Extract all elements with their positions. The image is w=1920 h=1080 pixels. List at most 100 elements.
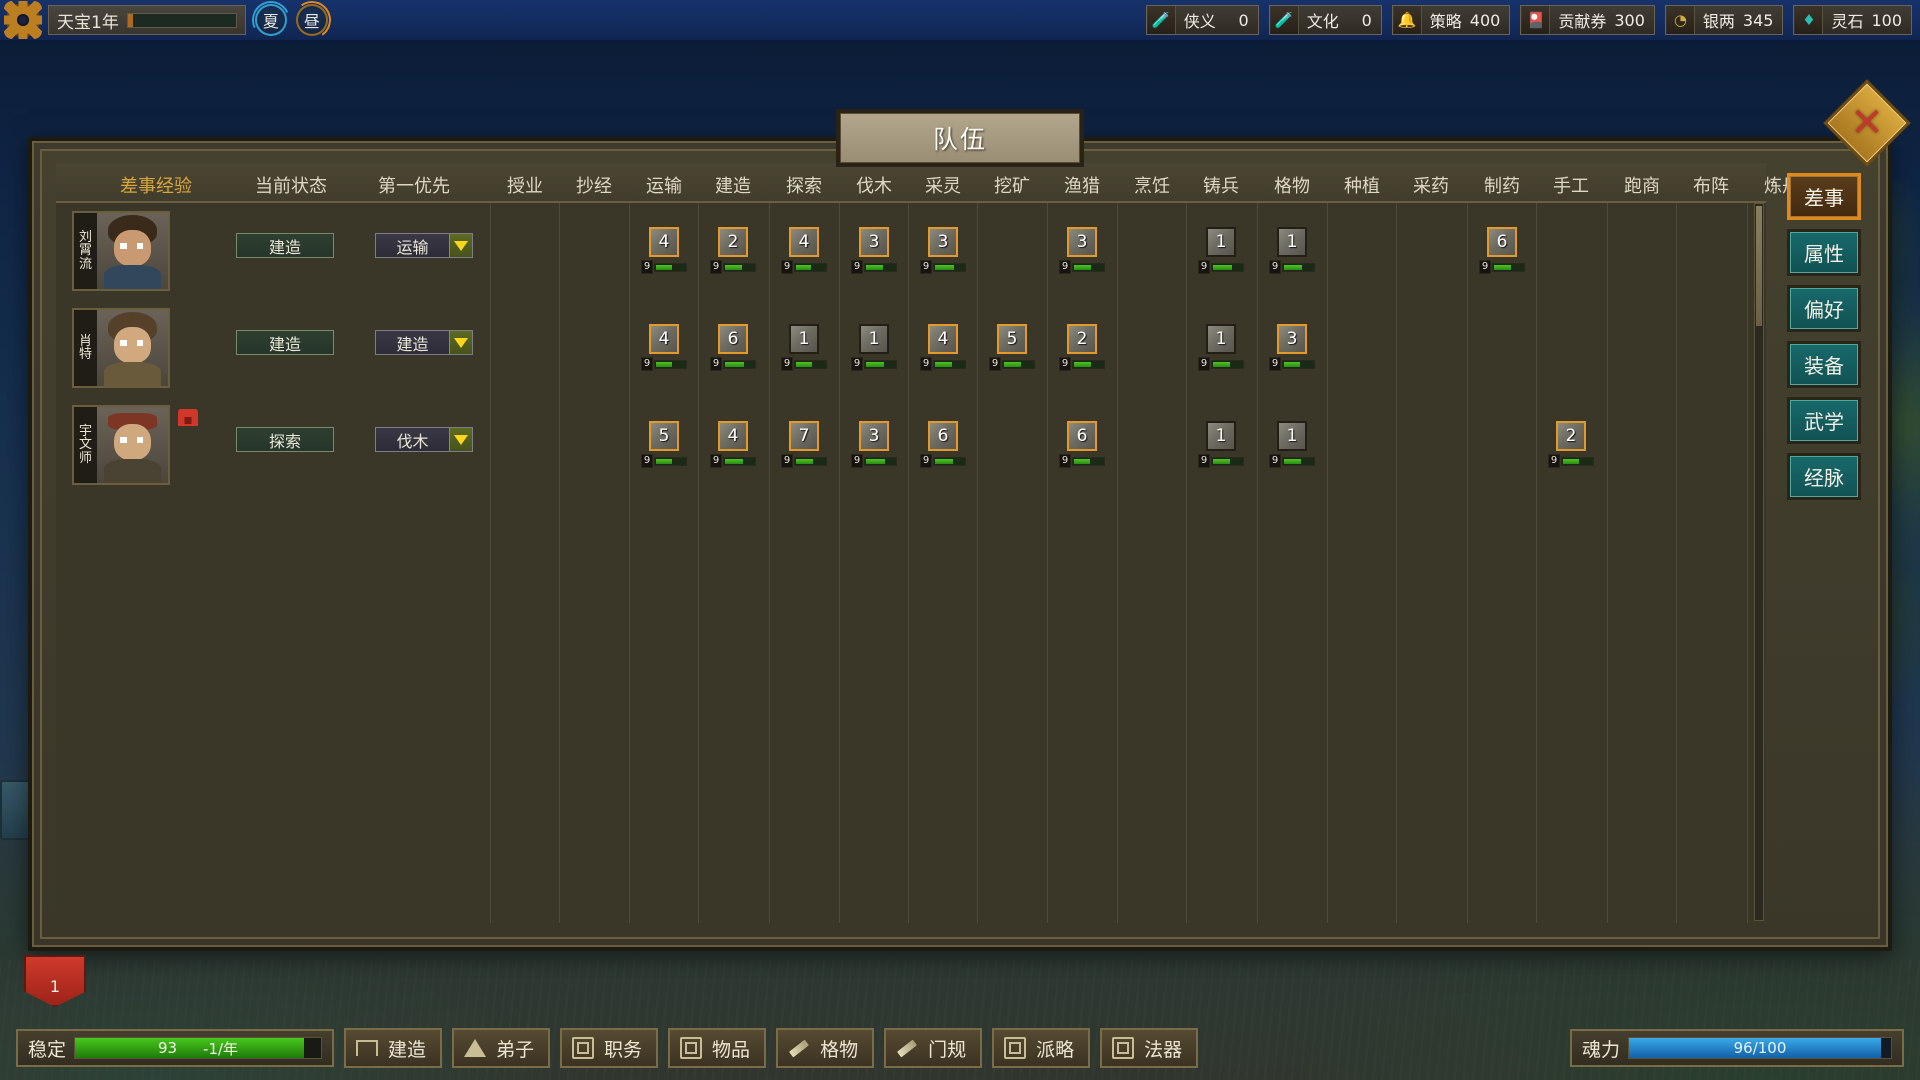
stability-bar: 93 -1/年	[74, 1037, 322, 1059]
menu-button-7[interactable]: 法器	[1100, 1028, 1199, 1068]
resource-value: 100	[1871, 10, 1902, 30]
skill-cell[interactable]: 49	[919, 324, 967, 371]
squad-flag[interactable]: 1	[24, 955, 86, 1007]
skill-cell[interactable]: 29	[1547, 421, 1595, 468]
stability-value: 93	[157, 1039, 178, 1057]
resource-2[interactable]: 🔔 策略 400	[1391, 5, 1511, 35]
resource-0[interactable]: 🧪 侠义 0	[1145, 5, 1259, 35]
skill-bar-label: 9	[919, 454, 933, 468]
skill-cell[interactable]: 59	[988, 324, 1036, 371]
skill-cell[interactable]: 69	[1478, 227, 1526, 274]
vertical-scrollbar[interactable]	[1754, 203, 1764, 921]
skill-cell[interactable]: 19	[780, 324, 828, 371]
daynight-indicator[interactable]: 昼	[295, 4, 328, 36]
tab-3[interactable]: 装备	[1787, 341, 1861, 388]
resource-name: 策略	[1429, 12, 1462, 31]
menu-button-0[interactable]: 建造	[344, 1028, 443, 1068]
skill-bar	[794, 262, 828, 272]
current-state-button[interactable]: 探索	[236, 427, 334, 452]
skill-cell[interactable]: 39	[1268, 324, 1316, 371]
tab-4[interactable]: 武学	[1787, 397, 1861, 444]
skill-bar-label: 9	[850, 357, 864, 371]
character-card[interactable]: 宇文师	[72, 405, 170, 485]
resource-3[interactable]: 🎴 贡献券 300	[1520, 5, 1655, 35]
column-header-10: 挖矿	[994, 176, 1030, 197]
skill-bar	[1211, 262, 1245, 272]
tab-5[interactable]: 经脉	[1787, 453, 1861, 500]
skill-cell[interactable]: 29	[1058, 324, 1106, 371]
priority-label: 建造	[396, 334, 429, 354]
chevron-down-icon[interactable]	[449, 331, 472, 354]
menu-button-1[interactable]: 弟子	[452, 1028, 551, 1068]
priority-dropdown[interactable]: 运输	[375, 233, 473, 258]
skill-bar-label: 9	[1058, 260, 1072, 274]
menu-button-2[interactable]: 职务	[560, 1028, 659, 1068]
current-state-button[interactable]: 建造	[236, 330, 334, 355]
character-card[interactable]: 刘霄流	[72, 211, 170, 291]
skill-cell[interactable]: 19	[1268, 421, 1316, 468]
priority-dropdown[interactable]: 伐木	[375, 427, 473, 452]
year-label: 天宝1年	[57, 12, 119, 33]
chevron-down-icon[interactable]	[449, 428, 472, 451]
skill-cell[interactable]: 79	[780, 421, 828, 468]
skill-cell[interactable]: 49	[640, 324, 688, 371]
menu-button-row: 建造 弟子 职务 物品 格物 门规 派略 法器	[344, 1028, 1199, 1068]
resource-5[interactable]: ♦ 灵石 100	[1793, 5, 1912, 35]
resource-name: 灵石	[1831, 12, 1864, 31]
skill-cell[interactable]: 19	[1197, 227, 1245, 274]
column-header-7: 探索	[786, 176, 822, 197]
tab-1[interactable]: 属性	[1787, 229, 1861, 276]
menu-button-4[interactable]: 格物	[776, 1028, 875, 1068]
skill-cell[interactable]: 69	[919, 421, 967, 468]
skill-cell[interactable]: 39	[919, 227, 967, 274]
skill-cell[interactable]: 39	[1058, 227, 1106, 274]
skill-bar-label: 9	[640, 260, 654, 274]
skill-cell[interactable]: 39	[850, 421, 898, 468]
skill-cell[interactable]: 39	[850, 227, 898, 274]
character-card[interactable]: 肖特	[72, 308, 170, 388]
skill-level: 1	[1206, 324, 1236, 354]
skill-bar-label: 9	[1058, 454, 1072, 468]
bottom-bar: 稳定 93 -1/年 建造 弟子 职务 物品 格物 门规 派略 法器 魂力 96/100	[0, 1016, 1920, 1080]
skill-cell[interactable]: 49	[709, 421, 757, 468]
skill-bar	[794, 359, 828, 369]
resource-1[interactable]: 🧪 文化 0	[1268, 5, 1382, 35]
character-name: 宇文师	[74, 407, 97, 483]
priority-dropdown[interactable]: 建造	[375, 330, 473, 355]
daynight-label: 昼	[303, 12, 320, 31]
skill-cell[interactable]: 69	[709, 324, 757, 371]
menu-button-3[interactable]: 物品	[668, 1028, 767, 1068]
skill-cell[interactable]: 49	[780, 227, 828, 274]
resource-name: 文化	[1306, 12, 1339, 31]
skill-cell[interactable]: 69	[1058, 421, 1106, 468]
season-indicator[interactable]: 夏	[254, 4, 287, 36]
menu-button-label: 建造	[388, 1038, 427, 1061]
column-header-18: 手工	[1553, 176, 1589, 197]
skill-level: 2	[1067, 324, 1097, 354]
skill-progress: 9	[1547, 454, 1595, 468]
gear-icon[interactable]	[4, 1, 42, 39]
tab-2[interactable]: 偏好	[1787, 285, 1861, 332]
skill-cell[interactable]: 19	[1268, 227, 1316, 274]
skill-bar	[1072, 262, 1106, 272]
skill-progress: 9	[919, 357, 967, 371]
column-header-6: 建造	[715, 176, 751, 197]
menu-button-5[interactable]: 门规	[884, 1028, 983, 1068]
tab-0[interactable]: 差事	[1787, 173, 1861, 220]
close-button[interactable]: ✕	[1823, 79, 1911, 167]
skill-bar	[794, 456, 828, 466]
skill-cell[interactable]: 19	[1197, 421, 1245, 468]
skill-cell[interactable]: 29	[709, 227, 757, 274]
current-state-button[interactable]: 建造	[236, 233, 334, 258]
skill-cell[interactable]: 19	[1197, 324, 1245, 371]
skill-progress: 9	[1197, 357, 1245, 371]
skill-bar-label: 9	[640, 357, 654, 371]
chevron-down-icon[interactable]	[449, 234, 472, 257]
resource-4[interactable]: ◔ 银两 345	[1664, 5, 1784, 35]
skill-cell[interactable]: 59	[640, 421, 688, 468]
menu-button-6[interactable]: 派略	[992, 1028, 1091, 1068]
skill-cell[interactable]: 49	[640, 227, 688, 274]
gate-icon	[356, 1037, 378, 1059]
scrollbar-thumb[interactable]	[1756, 206, 1762, 326]
skill-cell[interactable]: 19	[850, 324, 898, 371]
